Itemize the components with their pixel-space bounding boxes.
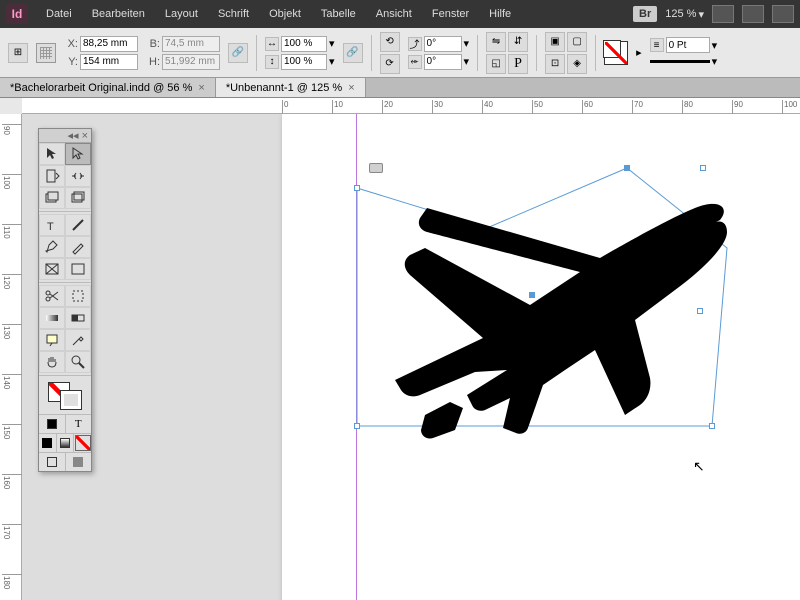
selection-tool[interactable] <box>39 143 65 165</box>
panel-header[interactable]: ◂◂× <box>39 129 91 143</box>
hand-tool[interactable] <box>39 351 65 373</box>
free-transform-tool[interactable] <box>65 285 91 307</box>
menu-help[interactable]: Hilfe <box>481 4 519 24</box>
content-collector-tool[interactable] <box>39 187 65 209</box>
menu-edit[interactable]: Bearbeiten <box>84 4 153 24</box>
center-content-icon[interactable]: ⊡ <box>545 54 565 74</box>
workspace-icon[interactable] <box>772 5 794 23</box>
menu-table[interactable]: Tabelle <box>313 4 364 24</box>
rotate-cw-icon[interactable]: ⟳ <box>380 54 400 74</box>
scale-x-icon: ↔ <box>265 37 279 51</box>
fit-frame-icon[interactable]: ▢ <box>567 32 587 52</box>
app-logo: Id <box>6 4 28 24</box>
doc-tab-2[interactable]: *Unbenannt-1 @ 125 % × <box>216 78 366 97</box>
line-tool[interactable] <box>65 214 91 236</box>
menu-layout[interactable]: Layout <box>157 4 206 24</box>
mouse-cursor: ↖ <box>693 458 705 475</box>
gap-tool[interactable] <box>65 165 91 187</box>
rectangle-frame-tool[interactable] <box>39 258 65 280</box>
ref-anchor-icon: ⊞ <box>8 43 28 63</box>
x-input[interactable] <box>80 36 138 52</box>
width-input[interactable] <box>162 36 220 52</box>
rectangle-tool[interactable] <box>65 258 91 280</box>
y-input[interactable] <box>80 54 138 70</box>
close-tab-icon[interactable]: × <box>348 82 354 94</box>
page-tool[interactable] <box>39 165 65 187</box>
apply-black[interactable] <box>39 434 57 452</box>
rotation-input[interactable] <box>424 36 462 52</box>
horizontal-ruler: 0 10 20 30 40 50 60 70 80 90 100 <box>22 98 800 114</box>
scale-y-input[interactable] <box>281 54 327 70</box>
eyedropper-tool[interactable] <box>65 329 91 351</box>
close-tab-icon[interactable]: × <box>198 82 204 94</box>
svg-text:T: T <box>47 221 54 233</box>
tab-label: *Unbenannt-1 @ 125 % <box>226 82 342 94</box>
w-label: B: <box>146 38 160 50</box>
select-content-icon[interactable]: P <box>508 54 528 74</box>
content-placer-tool[interactable] <box>65 187 91 209</box>
close-panel-icon[interactable]: × <box>82 130 88 142</box>
constrain-icon[interactable]: 🔗 <box>228 43 248 63</box>
zoom-value: 125 % <box>665 8 696 20</box>
menu-file[interactable]: Datei <box>38 4 80 24</box>
height-input[interactable] <box>162 54 220 70</box>
view-mode-normal[interactable] <box>39 453 66 471</box>
link-badge-icon[interactable] <box>369 163 383 173</box>
stroke-weight-icon: ≡ <box>650 38 664 52</box>
tools-panel[interactable]: ◂◂× T T <box>38 128 92 472</box>
bridge-badge[interactable]: Br <box>633 6 657 22</box>
pencil-tool[interactable] <box>65 236 91 258</box>
constrain-scale-icon[interactable]: 🔗 <box>343 43 363 63</box>
reference-point[interactable] <box>36 43 56 63</box>
type-tool[interactable]: T <box>39 214 65 236</box>
airplane-image[interactable] <box>355 190 735 450</box>
flip-v-icon[interactable]: ⇵ <box>508 32 528 52</box>
fill-stroke-swatch[interactable] <box>604 41 628 65</box>
gradient-feather-tool[interactable] <box>65 307 91 329</box>
menu-type[interactable]: Schrift <box>210 4 257 24</box>
shear-input[interactable] <box>424 54 462 70</box>
tab-label: *Bachelorarbeit Original.indd @ 56 % <box>10 82 192 94</box>
rotate-icon: ⤴ <box>408 37 422 51</box>
screen-mode-icon[interactable] <box>712 5 734 23</box>
direct-selection-tool[interactable] <box>65 143 91 165</box>
zoom-tool[interactable] <box>65 351 91 373</box>
control-panel: ⊞ X: Y: B: H: 🔗 ↔▾ ↕▾ 🔗 ⟲ ⟳ ⤴▾ ⬰▾ ⇋⇵ ◱P … <box>0 28 800 78</box>
stroke-style[interactable] <box>650 60 710 63</box>
fill-frame-icon[interactable]: ◈ <box>567 54 587 74</box>
x-label: X: <box>64 38 78 50</box>
pen-tool[interactable] <box>39 236 65 258</box>
view-mode-preview[interactable] <box>66 453 92 471</box>
doc-tab-1[interactable]: *Bachelorarbeit Original.indd @ 56 % × <box>0 78 216 97</box>
rotate-ccw-icon[interactable]: ⟲ <box>380 32 400 52</box>
apply-color-container[interactable] <box>39 415 66 433</box>
apply-gradient[interactable] <box>57 434 75 452</box>
menu-view[interactable]: Ansicht <box>368 4 420 24</box>
h-label: H: <box>146 56 160 68</box>
menu-window[interactable]: Fenster <box>424 4 477 24</box>
vertical-ruler: 90 100 110 120 130 140 150 160 170 180 <box>0 114 22 600</box>
y-label: Y: <box>64 56 78 68</box>
menu-object[interactable]: Objekt <box>261 4 309 24</box>
fill-stroke-swatches[interactable] <box>39 378 91 414</box>
zoom-level[interactable]: 125 % ▾ <box>665 8 704 21</box>
arrange-icon[interactable] <box>742 5 764 23</box>
flip-h-icon[interactable]: ⇋ <box>486 32 506 52</box>
stroke-weight-input[interactable] <box>666 37 710 53</box>
collapse-icon[interactable]: ◂◂ <box>68 129 79 142</box>
document-tabs: *Bachelorarbeit Original.indd @ 56 % × *U… <box>0 78 800 98</box>
select-container-icon[interactable]: ◱ <box>486 54 506 74</box>
apply-color-text[interactable]: T <box>66 415 92 433</box>
apply-none[interactable] <box>74 434 91 452</box>
note-tool[interactable] <box>39 329 65 351</box>
fit-content-icon[interactable]: ▣ <box>545 32 565 52</box>
shear-icon: ⬰ <box>408 55 422 69</box>
scale-y-icon: ↕ <box>265 55 279 69</box>
scale-x-input[interactable] <box>281 36 327 52</box>
gradient-swatch-tool[interactable] <box>39 307 65 329</box>
scissors-tool[interactable] <box>39 285 65 307</box>
